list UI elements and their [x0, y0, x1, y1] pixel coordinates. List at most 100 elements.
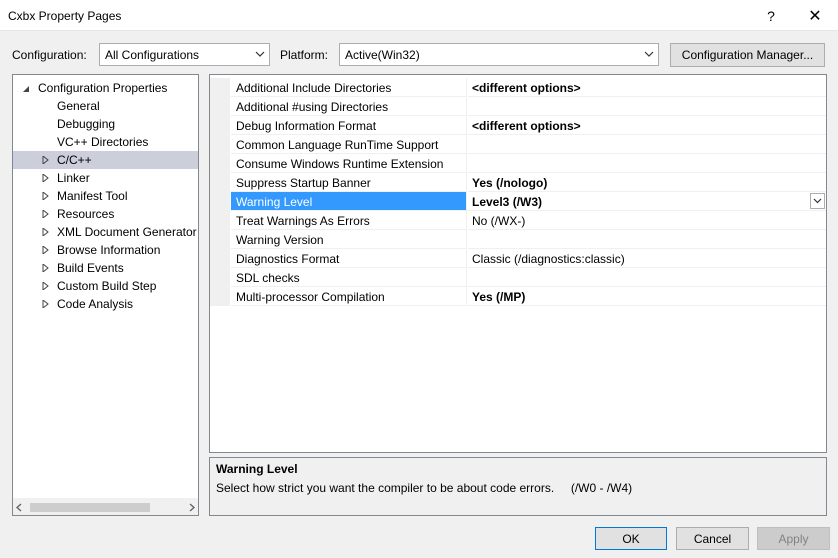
- property-row-suppress-startup-banner[interactable]: Suppress Startup Banner Yes (/nologo): [210, 173, 826, 192]
- property-name: Diagnostics Format: [231, 249, 467, 268]
- property-name: Suppress Startup Banner: [231, 173, 467, 192]
- tree-item-browse-information[interactable]: Browse Information: [13, 241, 198, 259]
- configuration-label: Configuration:: [12, 48, 87, 62]
- property-value[interactable]: [468, 268, 826, 287]
- expanded-triangle-icon[interactable]: [22, 85, 30, 93]
- help-button[interactable]: ?: [756, 0, 786, 31]
- collapsed-triangle-icon[interactable]: [41, 228, 49, 236]
- property-name: SDL checks: [231, 268, 467, 287]
- title-bar: Cxbx Property Pages ? ✕: [0, 0, 838, 31]
- tree-item-build-events[interactable]: Build Events: [13, 259, 198, 277]
- close-button[interactable]: ✕: [792, 0, 838, 31]
- property-name: Treat Warnings As Errors: [231, 211, 467, 230]
- apply-button[interactable]: Apply: [757, 527, 830, 550]
- window-title: Cxbx Property Pages: [8, 9, 122, 23]
- collapsed-triangle-icon[interactable]: [41, 210, 49, 218]
- tree-item-label: XML Document Generator: [57, 225, 197, 239]
- tree-item-code-analysis[interactable]: Code Analysis: [13, 295, 198, 313]
- configuration-value: All Configurations: [105, 48, 200, 62]
- property-row-treat-warnings-as-errors[interactable]: Treat Warnings As Errors No (/WX-): [210, 211, 826, 230]
- property-tree[interactable]: Configuration Properties General Debuggi…: [12, 74, 199, 516]
- close-icon: ✕: [808, 7, 822, 25]
- tree-item-label: Configuration Properties: [38, 81, 168, 95]
- apply-label: Apply: [778, 531, 809, 546]
- property-value[interactable]: Classic (/diagnostics:classic): [468, 249, 826, 268]
- tree-item-c-cpp[interactable]: C/C++: [13, 151, 198, 169]
- row-gutter: [210, 268, 230, 287]
- collapsed-triangle-icon[interactable]: [41, 264, 49, 272]
- row-gutter: [210, 78, 230, 97]
- tree-item-label: VC++ Directories: [57, 135, 149, 149]
- chevron-down-icon: [255, 51, 265, 57]
- tree-item-label: Code Analysis: [57, 297, 134, 311]
- property-value[interactable]: No (/WX-): [468, 211, 826, 230]
- collapsed-triangle-icon[interactable]: [41, 246, 49, 254]
- property-value[interactable]: Yes (/MP): [468, 287, 826, 306]
- tree-item-label: Custom Build Step: [57, 279, 157, 293]
- property-value[interactable]: <different options>: [468, 116, 826, 135]
- collapsed-triangle-icon[interactable]: [41, 156, 49, 164]
- property-row-consume-winrt-extension[interactable]: Consume Windows Runtime Extension: [210, 154, 826, 173]
- property-row-warning-level[interactable]: Warning Level Level3 (/W3): [210, 192, 826, 211]
- tree-item-custom-build-step[interactable]: Custom Build Step: [13, 277, 198, 295]
- property-row-additional-include-directories[interactable]: Additional Include Directories <differen…: [210, 78, 826, 97]
- scroll-right-icon[interactable]: [189, 503, 195, 512]
- property-name: Common Language RunTime Support: [231, 135, 467, 154]
- horizontal-scrollbar[interactable]: [13, 498, 198, 515]
- property-value[interactable]: <different options>: [468, 78, 826, 97]
- property-name: Additional #using Directories: [231, 97, 467, 116]
- tree-item-label: C/C++: [57, 153, 92, 167]
- property-row-diagnostics-format[interactable]: Diagnostics Format Classic (/diagnostics…: [210, 249, 826, 268]
- cancel-button[interactable]: Cancel: [676, 527, 749, 550]
- property-value[interactable]: [468, 230, 826, 249]
- row-gutter: [210, 230, 230, 249]
- property-row-debug-information-format[interactable]: Debug Information Format <different opti…: [210, 116, 826, 135]
- tree-item-linker[interactable]: Linker: [13, 169, 198, 187]
- platform-label: Platform:: [280, 48, 329, 62]
- property-value[interactable]: Yes (/nologo): [468, 173, 826, 192]
- property-name: Warning Version: [231, 230, 467, 249]
- property-row-clr-support[interactable]: Common Language RunTime Support: [210, 135, 826, 154]
- configuration-dropdown[interactable]: All Configurations: [99, 43, 270, 66]
- property-value[interactable]: [468, 135, 826, 154]
- collapsed-triangle-icon[interactable]: [41, 174, 49, 182]
- property-grid[interactable]: Additional Include Directories <differen…: [209, 74, 827, 453]
- row-gutter: [210, 192, 230, 211]
- warning-level-dropdown-button[interactable]: [810, 193, 825, 209]
- scroll-left-icon[interactable]: [16, 503, 22, 512]
- collapsed-triangle-icon[interactable]: [41, 282, 49, 290]
- tree-item-label: Linker: [57, 171, 90, 185]
- row-gutter: [210, 287, 230, 306]
- configuration-manager-button[interactable]: Configuration Manager...: [670, 43, 825, 67]
- property-row-sdl-checks[interactable]: SDL checks: [210, 268, 826, 287]
- row-gutter: [210, 97, 230, 116]
- tree-item-general[interactable]: General: [13, 97, 198, 115]
- property-value[interactable]: [468, 97, 826, 116]
- scrollbar-thumb[interactable]: [30, 503, 150, 512]
- tree-item-label: General: [57, 99, 100, 113]
- property-row-multi-processor-compilation[interactable]: Multi-processor Compilation Yes (/MP): [210, 287, 826, 306]
- tree-item-xml-document-generator[interactable]: XML Document Generator: [13, 223, 198, 241]
- tree-item-label: Debugging: [57, 117, 116, 131]
- property-row-warning-version[interactable]: Warning Version: [210, 230, 826, 249]
- platform-dropdown[interactable]: Active(Win32): [339, 43, 659, 66]
- tree-item-debugging[interactable]: Debugging: [13, 115, 198, 133]
- row-gutter: [210, 249, 230, 268]
- property-value[interactable]: Level3 (/W3): [468, 192, 826, 211]
- collapsed-triangle-icon[interactable]: [41, 192, 49, 200]
- cancel-label: Cancel: [693, 531, 732, 546]
- property-value[interactable]: [468, 154, 826, 173]
- configuration-manager-label: Configuration Manager...: [681, 48, 814, 62]
- tree-item-configuration-properties[interactable]: Configuration Properties: [13, 79, 198, 97]
- tree-item-manifest-tool[interactable]: Manifest Tool: [13, 187, 198, 205]
- ok-button[interactable]: OK: [595, 527, 667, 550]
- chevron-down-icon: [644, 51, 654, 57]
- property-row-additional-using-directories[interactable]: Additional #using Directories: [210, 97, 826, 116]
- row-gutter: [210, 154, 230, 173]
- chevron-down-icon: [813, 198, 822, 204]
- collapsed-triangle-icon[interactable]: [41, 300, 49, 308]
- row-gutter: [210, 135, 230, 154]
- description-title: Warning Level: [216, 462, 298, 476]
- tree-item-resources[interactable]: Resources: [13, 205, 198, 223]
- tree-item-vc-directories[interactable]: VC++ Directories: [13, 133, 198, 151]
